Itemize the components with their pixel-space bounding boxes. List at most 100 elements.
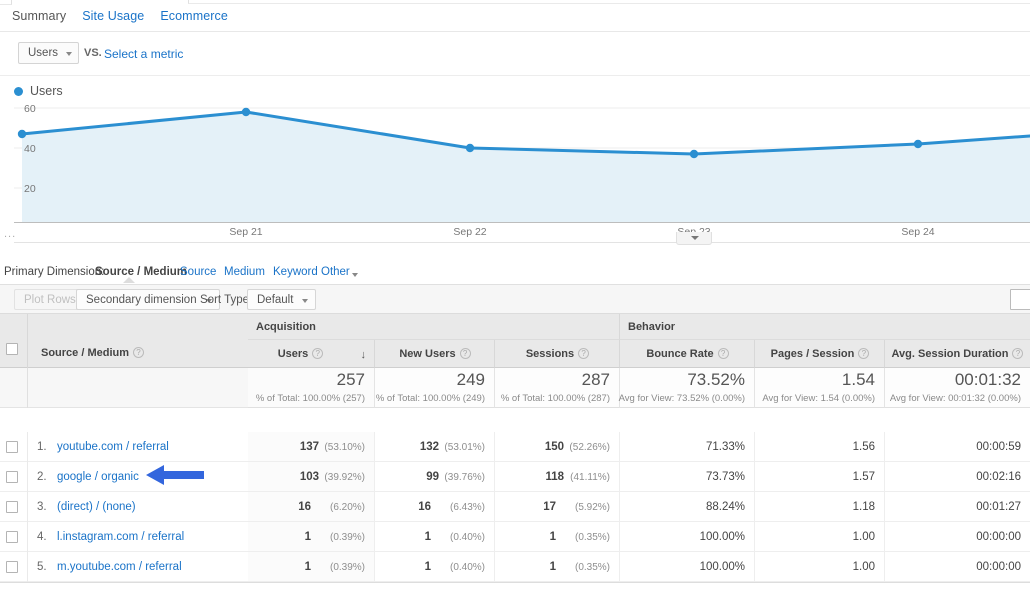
cell-new-users-value: 1 — [424, 561, 431, 573]
y-tick-60: 60 — [24, 103, 36, 115]
primary-metric-select[interactable]: Users — [18, 42, 80, 64]
totals-new-users-note: % of Total: 100.00% (249) — [375, 393, 485, 404]
help-icon[interactable]: ? — [133, 347, 145, 358]
cell-pages-session-value: 1.18 — [852, 501, 875, 513]
primary-dimension-medium[interactable]: Medium — [224, 266, 265, 278]
totals-users: 257 % of Total: 100.00% (257) — [248, 368, 375, 408]
row-divider — [27, 462, 28, 492]
help-icon[interactable]: ? — [459, 348, 471, 359]
cell-sessions-pct: (0.35%) — [574, 532, 610, 543]
chevron-down-icon — [66, 52, 73, 56]
totals-users-value: 257 — [336, 370, 365, 389]
column-header-users-label: Users — [277, 348, 309, 360]
cell-sessions-value: 1 — [549, 531, 556, 543]
column-header-sessions-label: Sessions — [525, 348, 575, 360]
cell-sessions-pct: (52.26%) — [569, 442, 610, 453]
cell-pages-session: 1.00 — [755, 522, 885, 552]
totals-bounce-rate-value: 73.52% — [687, 370, 745, 389]
cell-new-users: 1 (0.40%) — [375, 552, 495, 582]
cell-bounce-rate-value: 71.33% — [705, 441, 745, 453]
cell-new-users-pct: (6.43%) — [449, 502, 485, 513]
primary-dimension-keyword[interactable]: Keyword — [273, 266, 318, 278]
row-source-medium-link[interactable]: l.instagram.com / referral — [57, 531, 184, 543]
plot-rows-button[interactable]: Plot Rows — [14, 289, 86, 310]
totals-pages-session-note: Avg for View: 1.54 (0.00%) — [762, 393, 875, 404]
tab-summary[interactable]: Summary — [12, 9, 66, 23]
row-checkbox[interactable] — [6, 561, 18, 573]
chart-svg — [14, 107, 1030, 222]
y-tick-40: 40 — [24, 143, 36, 155]
help-icon[interactable]: ? — [858, 348, 870, 359]
cell-users-value: 137 — [299, 441, 319, 453]
table-row[interactable]: 4. l.instagram.com / referral 1 (0.39%) … — [0, 522, 1030, 552]
row-source-medium-link[interactable]: (direct) / (none) — [57, 501, 136, 513]
cell-new-users: 1 (0.40%) — [375, 522, 495, 552]
row-checkbox[interactable] — [6, 441, 18, 453]
cell-sessions-value: 1 — [549, 561, 556, 573]
sort-type-select[interactable]: Default — [247, 289, 317, 310]
report-subnav: Summary Site Usage Ecommerce — [12, 9, 228, 23]
column-header-bounce-rate-label: Bounce Rate — [646, 348, 714, 360]
secondary-dimension-button[interactable]: Secondary dimension — [76, 289, 220, 310]
cell-sessions-pct: (0.35%) — [574, 562, 610, 573]
row-index: 2. — [37, 471, 47, 483]
cell-users: 1 (0.39%) — [248, 552, 375, 582]
column-header-users[interactable]: Users? ↓ — [248, 340, 375, 368]
y-tick-20: 20 — [24, 183, 36, 195]
cell-new-users-value: 132 — [419, 441, 439, 453]
users-over-time-chart[interactable]: 60 40 20 — [14, 103, 1030, 222]
column-header-bounce-rate[interactable]: Bounce Rate? — [620, 340, 755, 368]
cell-new-users-pct: (53.01%) — [444, 442, 485, 453]
row-index: 4. — [37, 531, 47, 543]
primary-dimension-other[interactable]: Other — [321, 266, 350, 278]
cell-avg-duration-value: 00:00:00 — [976, 561, 1021, 573]
row-source-medium-link[interactable]: m.youtube.com / referral — [57, 561, 182, 573]
chart-point-0 — [17, 129, 27, 139]
chart-point-1 — [241, 107, 251, 117]
cell-avg-session-duration: 00:01:27 — [885, 492, 1030, 522]
cell-new-users-value: 99 — [426, 471, 439, 483]
select-a-metric-link[interactable]: Select a metric — [104, 47, 183, 61]
column-header-sessions[interactable]: Sessions? — [495, 340, 620, 368]
table-header-dimension: Source / Medium? — [0, 314, 248, 368]
column-header-pages-session[interactable]: Pages / Session? — [755, 340, 885, 368]
column-header-avg-session-duration[interactable]: Avg. Session Duration? — [885, 340, 1030, 368]
chart-collapse-handle[interactable] — [676, 232, 712, 245]
column-header-pages-session-label: Pages / Session — [770, 348, 855, 360]
chevron-down-icon — [352, 273, 358, 277]
group-header-acquisition-label: Acquisition — [256, 321, 316, 333]
x-tick-sep-21: Sep 21 — [229, 226, 263, 238]
chart-x-axis-line — [14, 222, 1030, 223]
chart-x-axis-labels: Sep 21 Sep 22 Sep 23 Sep 24 — [14, 224, 1030, 242]
row-checkbox[interactable] — [6, 501, 18, 513]
table-row[interactable]: 1. youtube.com / referral 137 (53.10%) 1… — [0, 432, 1030, 462]
row-checkbox[interactable] — [6, 471, 18, 483]
chart-legend: Users — [14, 84, 63, 98]
table-row[interactable]: 5. m.youtube.com / referral 1 (0.39%) 1 … — [0, 552, 1030, 582]
primary-dimension-source[interactable]: Source — [180, 266, 216, 278]
help-icon[interactable]: ? — [717, 348, 729, 359]
legend-dot-icon — [14, 86, 23, 96]
tab-ecommerce[interactable]: Ecommerce — [160, 9, 228, 23]
totals-row-left — [0, 368, 248, 408]
cell-new-users-value: 1 — [424, 531, 431, 543]
help-icon[interactable]: ? — [1012, 348, 1024, 359]
chevron-down-icon — [691, 236, 699, 240]
cell-sessions-pct: (41.11%) — [570, 472, 610, 483]
row-source-medium-link[interactable]: google / organic — [57, 471, 139, 483]
cell-bounce-rate: 100.00% — [620, 522, 755, 552]
tab-site-usage[interactable]: Site Usage — [82, 9, 144, 23]
column-header-new-users[interactable]: New Users? — [375, 340, 495, 368]
help-icon[interactable]: ? — [312, 348, 324, 359]
help-icon[interactable]: ? — [578, 348, 590, 359]
cell-pages-session-value: 1.00 — [852, 531, 875, 543]
table-search-input[interactable] — [1010, 289, 1030, 310]
row-source-medium-link[interactable]: youtube.com / referral — [57, 441, 169, 453]
cell-users-value: 103 — [299, 471, 319, 483]
row-checkbox[interactable] — [6, 531, 18, 543]
primary-dimension-source-medium[interactable]: Source / Medium — [95, 266, 187, 278]
cell-avg-duration-value: 00:02:16 — [976, 471, 1021, 483]
chart-area-fill — [22, 112, 1030, 222]
table-row[interactable]: 3. (direct) / (none) 16 (6.20%) 16 (6.43… — [0, 492, 1030, 522]
select-all-checkbox[interactable] — [6, 343, 18, 355]
